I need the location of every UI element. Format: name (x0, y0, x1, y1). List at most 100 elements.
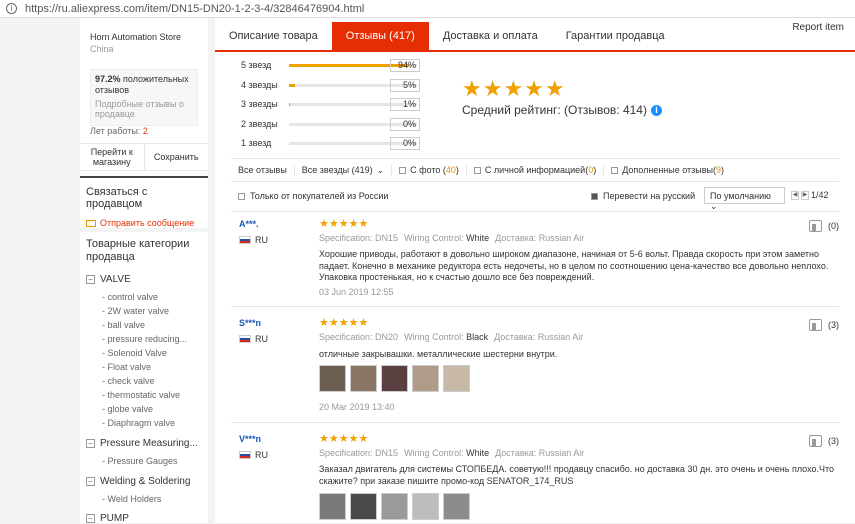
subcategory-item[interactable]: - Pressure Gauges (102, 456, 178, 466)
tab-shipping[interactable]: Доставка и оплата (429, 22, 552, 50)
subcategory-item[interactable]: - Solenoid Valve (102, 348, 167, 358)
category-pressure[interactable]: − Pressure Measuring... (86, 438, 198, 449)
review-photo[interactable] (443, 493, 470, 520)
review-photo[interactable] (412, 365, 439, 392)
reviewer-country: RU (239, 450, 268, 460)
review-photo[interactable] (381, 493, 408, 520)
review-item: V***n RU ★★★★★ Specification: DN15 Wiring… (231, 422, 839, 523)
helpful-button[interactable]: (3) (809, 435, 839, 447)
translate-toggle[interactable]: Перевести на русский (591, 191, 695, 201)
reviewer-name[interactable]: A***. (239, 219, 259, 229)
positive-pct: 97.2% положительных отзывов (95, 74, 189, 95)
filter-personal[interactable]: С личной информацией(0) (465, 165, 603, 175)
store-box: Horn Automation Store China 97.2% положи… (80, 18, 208, 178)
collapse-icon[interactable]: − (86, 514, 95, 523)
review-photo[interactable] (443, 365, 470, 392)
rating-pct: 5% (390, 79, 420, 92)
subcategory-item[interactable]: - globe valve (102, 404, 153, 414)
review-spec: Specification: DN15 Wiring Control: White… (319, 233, 585, 243)
store-name[interactable]: Horn Automation Store (90, 32, 181, 42)
filter-extra[interactable]: Дополненные отзывы(9) (603, 165, 731, 175)
review-photo[interactable] (319, 493, 346, 520)
checkbox[interactable] (399, 166, 407, 174)
subcategory-item[interactable]: - control valve (102, 292, 158, 302)
save-store-button[interactable]: Сохранить (143, 144, 209, 170)
review-photos (319, 493, 470, 520)
average-rating: Средний рейтинг: (Отзывов: 414) i (462, 103, 662, 117)
sidebar: Horn Automation Store China 97.2% положи… (80, 18, 208, 524)
report-item-link[interactable]: Report item (792, 22, 844, 33)
sort-select[interactable]: По умолчанию ⌄ (704, 187, 785, 211)
category-valve[interactable]: − VALVE (86, 274, 131, 285)
subcategory-item[interactable]: - 2W water valve (102, 306, 169, 316)
positive-feedback-box: 97.2% положительных отзывов Подробные от… (90, 69, 198, 126)
subcategory-item[interactable]: - thermostatic valve (102, 390, 180, 400)
address-bar[interactable]: i https://ru.aliexpress.com/item/DN15-DN… (0, 0, 855, 18)
thumbs-up-icon[interactable] (809, 319, 822, 331)
review-stars: ★★★★★ (319, 218, 369, 230)
review-photo[interactable] (412, 493, 439, 520)
filter-stars-select[interactable]: Все звезды (419) ⌄ (293, 164, 391, 176)
categories-title: Товарные категории продавца (86, 238, 190, 263)
ru-flag-icon (239, 335, 251, 343)
checkbox-checked[interactable] (591, 192, 598, 200)
info-icon[interactable]: i (6, 3, 17, 14)
subcategory-item[interactable]: - Weld Holders (102, 494, 161, 504)
filter-all[interactable]: Все отзывы (231, 165, 294, 175)
review-date: 20 Mar 2019 13:40 (319, 402, 395, 412)
prev-page-button[interactable]: ◀ (791, 190, 799, 200)
go-to-store-button[interactable]: Перейти к магазину (80, 144, 144, 170)
subcategory-item[interactable]: - check valve (102, 376, 155, 386)
store-actions: Перейти к магазину Сохранить (80, 143, 208, 171)
review-photo[interactable] (350, 493, 377, 520)
helpful-button[interactable]: (3) (809, 319, 839, 331)
review-photo[interactable] (319, 365, 346, 392)
review-text: Заказал двигатель для системы СТОПБЕДА. … (319, 464, 835, 486)
thumbs-up-icon[interactable] (809, 435, 822, 447)
tab-bar: Описание товара Отзывы (417) Доставка и … (215, 22, 855, 52)
page-indicator: 1/42 (811, 190, 829, 200)
reviewer-name[interactable]: V***n (239, 434, 261, 444)
review-photo[interactable] (381, 365, 408, 392)
collapse-icon[interactable]: − (86, 477, 95, 486)
subcategory-item[interactable]: - Float valve (102, 362, 151, 372)
review-date: 03 Jun 2019 12:55 (319, 287, 394, 297)
thumbs-up-icon[interactable] (809, 220, 822, 232)
envelope-icon (86, 219, 96, 227)
main-content: Описание товара Отзывы (417) Доставка и … (215, 18, 855, 523)
checkbox[interactable] (473, 166, 481, 174)
review-photo[interactable] (350, 365, 377, 392)
reviewer-name[interactable]: S***n (239, 318, 261, 328)
checkbox[interactable] (611, 166, 619, 174)
tab-description[interactable]: Описание товара (215, 22, 332, 50)
subcategory-item[interactable]: - ball valve (102, 320, 145, 330)
contact-seller: Связаться с продавцом Отправить сообщени… (80, 176, 208, 228)
seller-reviews-link[interactable]: Подробные отзывы о продавце (95, 99, 193, 119)
review-spec: Specification: DN15 Wiring Control: White… (319, 448, 585, 458)
ru-flag-icon (239, 236, 251, 244)
category-welding[interactable]: − Welding & Soldering (86, 476, 190, 487)
checkbox[interactable] (238, 192, 245, 200)
chevron-down-icon: ⌄ (376, 164, 385, 175)
filter-photo[interactable]: С фото (40) (391, 165, 466, 175)
review-photos (319, 365, 470, 392)
reviewer-country: RU (239, 334, 268, 344)
only-russia-filter[interactable]: Только от покупателей из России (231, 191, 388, 201)
url-text[interactable]: https://ru.aliexpress.com/item/DN15-DN20… (25, 3, 364, 15)
subcategory-item[interactable]: - pressure reducing... (102, 334, 187, 344)
info-icon[interactable]: i (650, 104, 662, 116)
helpful-button[interactable]: (0) (809, 220, 839, 232)
subcategory-item[interactable]: - Diaphragm valve (102, 418, 175, 428)
store-categories: Товарные категории продавца − VALVE - con… (80, 232, 208, 524)
tab-reviews[interactable]: Отзывы (417) (331, 22, 429, 50)
category-pump[interactable]: − PUMP (86, 513, 129, 524)
collapse-icon[interactable]: − (86, 275, 95, 284)
contact-title: Связаться с продавцом (86, 186, 148, 210)
send-message-link[interactable]: Отправить сообщение (80, 210, 208, 228)
next-page-button[interactable]: ▶ (801, 190, 809, 200)
review-text: Хорошие приводы, работают в довольно шир… (319, 249, 829, 282)
years-open: Лет работы: 2 (90, 126, 148, 136)
review-stars: ★★★★★ (319, 317, 369, 329)
tab-guarantees[interactable]: Гарантии продавца (552, 22, 679, 50)
collapse-icon[interactable]: − (86, 439, 95, 448)
